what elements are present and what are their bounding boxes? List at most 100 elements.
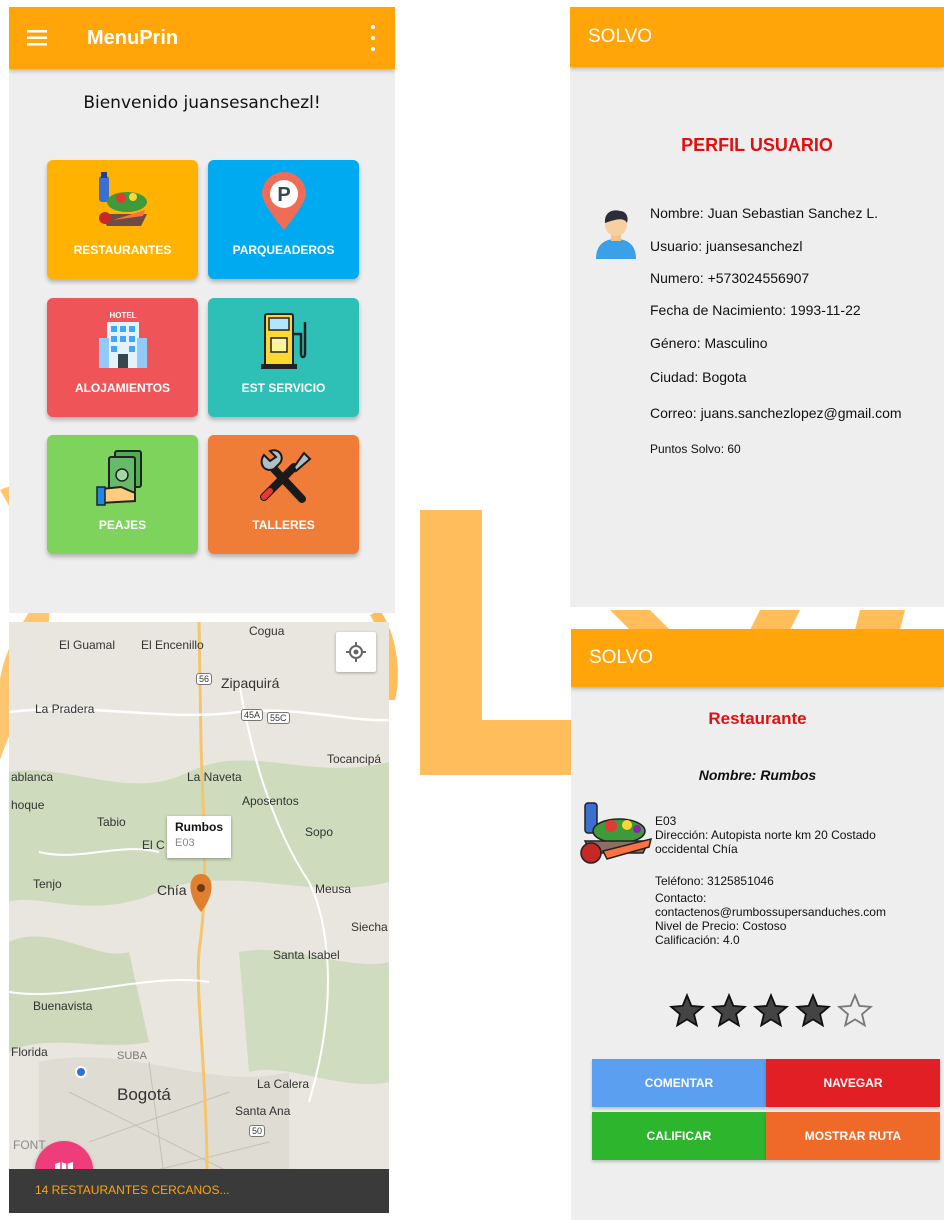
map-label: Cogua [249,624,285,638]
star-filled-icon[interactable] [669,993,705,1029]
profile-heading: PERFIL USUARIO [681,135,833,155]
tile-label: RESTAURANTES [73,243,172,257]
tile-parqueaderos[interactable]: P PARQUEADEROS [208,160,359,279]
map-info-popup[interactable]: Rumbos E03 [167,816,231,858]
profile-birthdate: Fecha de Nacimiento: 1993-11-22 [650,302,861,318]
map-label: hoque [11,798,45,812]
map-label: Aposentos [242,794,299,808]
app-title: SOLVO [588,26,653,47]
app-title: SOLVO [589,647,654,668]
map-label: Buenavista [33,999,93,1013]
restaurant-contact: contactenos@rumbossupersanduches.com [655,905,886,919]
restaurant-address-1: Dirección: Autopista norte km 20 Costado [655,828,876,842]
calificar-button[interactable]: CALIFICAR [592,1112,766,1160]
map-label: Sopo [305,825,334,839]
menu-app-bar: MenuPrin [9,7,395,69]
profile-app-bar: SOLVO [570,7,944,67]
restaurant-contact-label: Contacto: [655,891,707,905]
map-label: La Calera [257,1077,310,1091]
profile-name: Nombre: Juan Sebastian Sanchez L. [650,205,879,221]
restaurant-heading: Restaurante [708,709,807,728]
tile-talleres[interactable]: TALLERES [208,435,359,554]
map-label: Siecha [351,920,388,934]
map-label: El Encenillo [141,638,204,652]
menu-screen: MenuPrin Bienvenido juansesanchezl! REST… [9,7,395,613]
map-label: Meusa [315,882,352,896]
my-location-button[interactable] [336,632,376,672]
profile-username: Usuario: juansesanchezl [650,238,803,254]
tile-label: PEAJES [98,518,147,532]
mostrar-ruta-button[interactable]: MOSTRAR RUTA [766,1112,940,1160]
map-label: Tocancipá [327,752,382,766]
map-label: Tenjo [33,877,62,891]
comentar-button[interactable]: COMENTAR [592,1059,766,1107]
hamburger-menu-icon[interactable] [9,7,65,69]
parking-pin-icon: P [261,172,306,230]
restaurant-phone: Teléfono: 3125851046 [655,874,774,888]
star-filled-icon[interactable] [795,993,831,1029]
user-avatar-icon [596,210,636,259]
svg-text:P: P [277,184,290,206]
button-label: NAVEGAR [823,1076,883,1090]
popup-title: Rumbos [175,820,223,834]
restaurant-address-2: occidental Chía [655,842,738,856]
button-label: CALIFICAR [646,1129,712,1143]
star-empty-icon[interactable] [837,993,873,1029]
road-shield: 56 [196,673,213,685]
tools-icon [259,449,311,503]
profile-email: Correo: juans.sanchezlopez@gmail.com [650,405,902,421]
popup-code: E03 [175,837,195,849]
navegar-button[interactable]: NAVEGAR [766,1059,940,1107]
button-label: COMENTAR [644,1076,714,1090]
nearby-restaurants-bar[interactable]: 14 RESTAURANTES CERCANOS... [9,1169,389,1213]
profile-gender: Género: Masculino [650,335,768,351]
profile-phone: Numero: +573024556907 [650,270,810,286]
map-label: Zipaquirá [221,675,280,691]
restaurant-app-bar: SOLVO [571,629,944,687]
map-label: La Naveta [187,770,242,784]
map-label: El C [142,838,165,852]
map-label: Santa Isabel [273,948,340,962]
rating-stars[interactable] [669,993,873,1029]
map-screen: Cogua El Guamal El Encenillo Zipaquirá L… [9,622,389,1213]
map-label: La Pradera [35,702,95,716]
restaurant-name: Nombre: Rumbos [698,767,817,783]
map-label: Bogotá [117,1085,171,1104]
tile-peajes[interactable]: PEAJES [47,435,198,554]
hotel-icon: HOTEL [98,311,147,368]
money-hand-icon [95,450,142,506]
profile-screen: SOLVO PERFIL USUARIO Nombre: Juan Sebast… [570,7,944,607]
tile-label: PARQUEADEROS [232,243,335,257]
map-label: Tabio [97,815,126,829]
road-shield: 45A [241,709,264,721]
star-filled-icon[interactable] [711,993,747,1029]
food-basket-icon [580,802,653,864]
map-label: Florida [11,1045,48,1059]
button-label: MOSTRAR RUTA [804,1129,902,1143]
restaurant-price-level: Nivel de Precio: Costoso [655,919,787,933]
food-basket-icon [98,172,147,226]
road-shield: 55C [267,712,290,724]
map-label: FONT [13,1138,46,1152]
svg-text:HOTEL: HOTEL [109,311,136,320]
profile-points: Puntos Solvo: 60 [650,442,741,456]
tile-label: TALLERES [252,518,315,532]
map-label: Santa Ana [235,1104,291,1118]
welcome-text: Bienvenido juansesanchezl! [83,93,321,113]
overflow-menu-icon[interactable] [363,25,383,51]
tile-label: ALOJAMIENTOS [74,381,171,395]
app-title: MenuPrin [87,26,179,49]
profile-city: Ciudad: Bogota [650,369,747,385]
fuel-pump-icon [260,313,306,369]
road-shield: 50 [249,1125,266,1137]
tile-alojamientos[interactable]: HOTEL ALOJAMIENTOS [47,298,198,417]
map-label: SUBA [117,1050,147,1062]
tile-est-servicio[interactable]: EST SERVICIO [208,298,359,417]
crosshair-icon [346,642,366,662]
star-filled-icon[interactable] [753,993,789,1029]
map-label: El Guamal [59,638,116,652]
map-label: ablanca [11,770,54,784]
tile-restaurantes[interactable]: RESTAURANTES [47,160,198,279]
restaurant-code: E03 [655,814,677,828]
restaurant-screen: SOLVO Restaurante Nombre: Rumbos E03 Dir… [571,629,944,1220]
